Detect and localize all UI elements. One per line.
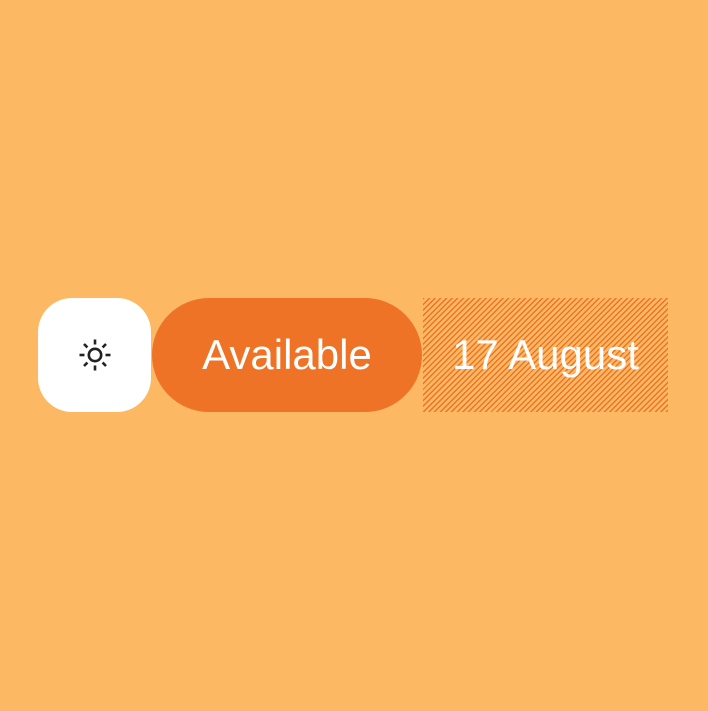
availability-status-label: Available	[202, 331, 372, 378]
availability-status-button[interactable]: Available	[152, 298, 422, 412]
sun-icon	[79, 339, 110, 371]
date-label: 17 August	[452, 331, 639, 378]
theme-toggle-button[interactable]	[38, 298, 151, 412]
date-chip[interactable]: 17 August	[423, 298, 668, 412]
status-toolbar: Available 17 August	[38, 298, 668, 412]
